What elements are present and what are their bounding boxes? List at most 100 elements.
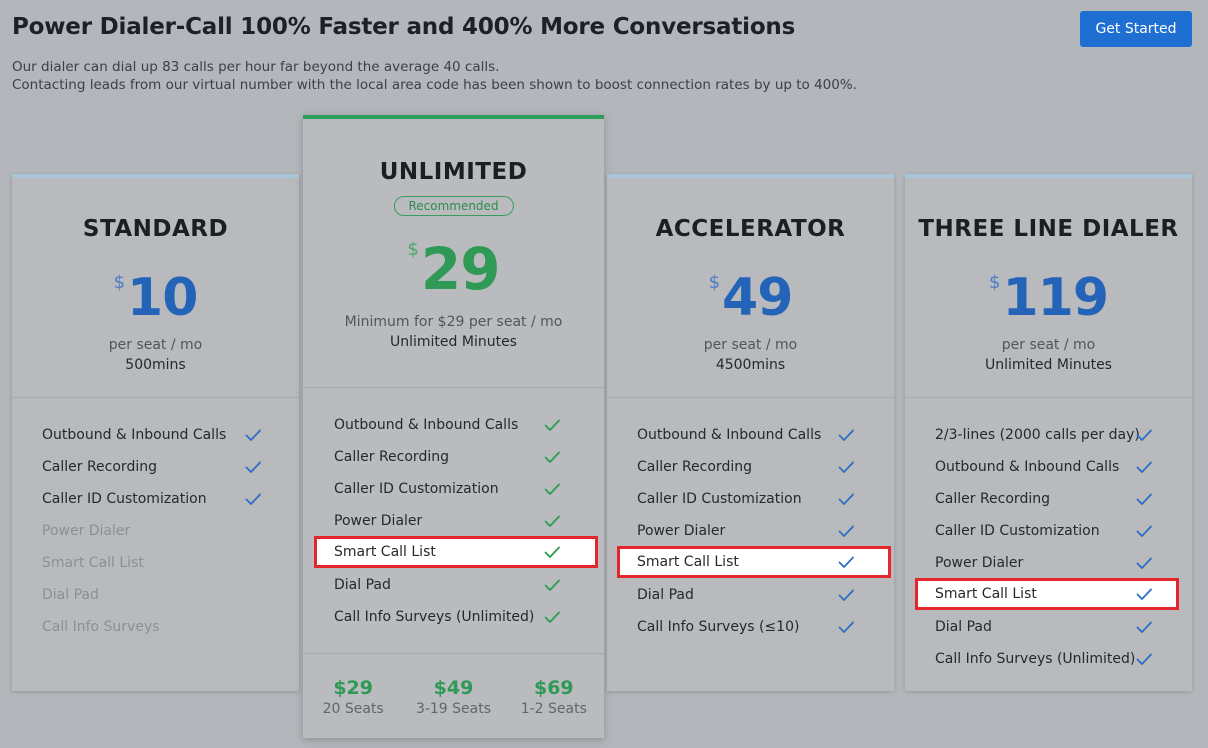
checkmark-icon [543,448,561,466]
plan-name: THREE LINE DIALER [918,216,1179,242]
page-title: Power Dialer-Call 100% Faster and 400% M… [12,14,796,40]
price-amount: 49 [722,268,793,328]
feature-label: Outbound & Inbound Calls [637,427,822,443]
seat-tier-label: 20 Seats [322,701,384,717]
card-divider [12,397,299,398]
card-divider [303,387,604,388]
checkmark-icon [1135,426,1153,444]
get-started-button[interactable]: Get Started [1080,11,1192,47]
feature-item: Outbound & Inbound Calls [935,455,1179,479]
checkmark-icon [837,586,855,604]
checkmark-icon [543,416,561,434]
checkmark-icon [837,522,855,540]
feature-item: Dial Pad [935,615,1179,639]
feature-item-highlighted: Smart Call List [915,578,1179,610]
feature-label: 2/3-lines (2000 calls per day) [935,427,1140,443]
price-amount: 119 [1002,268,1109,328]
card-divider [303,653,604,654]
checkmark-icon [837,490,855,508]
checkmark-icon [543,512,561,530]
feature-label: Power Dialer [637,523,726,539]
seat-tier: $29 20 Seats [313,677,393,717]
subtitle-line-2: Contacting leads from our virtual number… [12,77,857,93]
feature-item: Call Info Surveys (≤10) [637,615,891,639]
price-period: Minimum for $29 per seat / mo [344,314,563,330]
checkmark-icon [1135,554,1153,572]
recommended-badge: Recommended [393,196,514,216]
feature-label: Call Info Surveys (Unlimited) [935,651,1136,667]
plan-minutes: Unlimited Minutes [985,357,1112,373]
feature-item: Caller ID Customization [42,487,261,511]
feature-label: Power Dialer [42,523,131,539]
card-divider [607,397,894,398]
plan-name: ACCELERATOR [655,216,846,242]
checkmark-icon [543,480,561,498]
feature-label: Caller ID Customization [935,523,1100,539]
feature-label: Smart Call List [334,544,436,560]
feature-item: Dial Pad [637,583,891,607]
plan-card-unlimited: UNLIMITED Recommended $29 Minimum for $2… [303,115,604,738]
feature-item: Power Dialer [334,509,598,533]
feature-item: Call Info Surveys [42,615,252,639]
feature-item: Call Info Surveys (Unlimited) [334,605,598,629]
feature-label: Caller Recording [334,449,449,465]
feature-label: Call Info Surveys [42,619,160,635]
plan-minutes: 500mins [125,357,186,373]
feature-item: Power Dialer [935,551,1179,575]
seat-tier: $49 3-19 Seats [413,677,493,717]
seat-tier-price: $69 [533,677,574,699]
feature-item-highlighted: Smart Call List [314,536,598,568]
checkmark-icon [543,608,561,626]
checkmark-icon [837,458,855,476]
feature-item: Caller ID Customization [637,487,891,511]
checkmark-icon [543,576,561,594]
feature-item: Smart Call List [42,551,252,575]
plan-price: $119 [905,268,1192,328]
price-amount: 29 [420,235,501,303]
seat-tier-label: 3-19 Seats [415,701,492,717]
plan-price: $29 [303,235,604,303]
feature-label: Dial Pad [637,587,694,603]
checkmark-icon [244,458,262,476]
plan-minutes: 4500mins [715,357,786,373]
feature-item: 2/3-lines (2000 calls per day) [935,423,1179,447]
checkmark-icon [1135,490,1153,508]
feature-label: Power Dialer [334,513,423,529]
feature-label: Call Info Surveys (≤10) [637,619,800,635]
feature-label: Dial Pad [935,619,992,635]
feature-item-highlighted: Smart Call List [617,546,891,578]
feature-label: Caller Recording [935,491,1050,507]
currency-symbol: $ [989,272,1001,293]
plan-price: $49 [607,268,894,328]
price-period: per seat / mo [108,337,203,353]
seat-tier-label: 1-2 Seats [520,701,587,717]
checkmark-icon [543,543,561,561]
checkmark-icon [1135,458,1153,476]
plan-name: STANDARD [82,216,229,242]
feature-item: Outbound & Inbound Calls [637,423,891,447]
feature-label: Caller ID Customization [637,491,802,507]
seat-tier-price: $29 [333,677,373,699]
feature-label: Outbound & Inbound Calls [334,417,519,433]
feature-item: Call Info Surveys (Unlimited) [935,647,1179,671]
feature-item: Caller Recording [637,455,891,479]
feature-item: Outbound & Inbound Calls [42,423,261,447]
currency-symbol: $ [113,272,126,293]
feature-label: Caller Recording [637,459,752,475]
checkmark-icon [837,618,855,636]
page-subtitle: Our dialer can dial up 83 calls per hour… [12,58,857,94]
checkmark-icon [244,490,262,508]
plan-name: UNLIMITED [379,159,528,185]
feature-item: Caller ID Customization [334,477,598,501]
checkmark-icon [837,426,855,444]
feature-label: Outbound & Inbound Calls [42,427,227,443]
feature-item: Outbound & Inbound Calls [334,413,598,437]
feature-label: Caller Recording [42,459,157,475]
feature-label: Smart Call List [637,554,739,570]
seat-tier: $69 1-2 Seats [514,677,594,717]
feature-label: Smart Call List [935,586,1037,602]
feature-label: Caller ID Customization [42,491,207,507]
checkmark-icon [837,553,855,571]
feature-label: Call Info Surveys (Unlimited) [334,609,535,625]
feature-item: Caller Recording [334,445,598,469]
